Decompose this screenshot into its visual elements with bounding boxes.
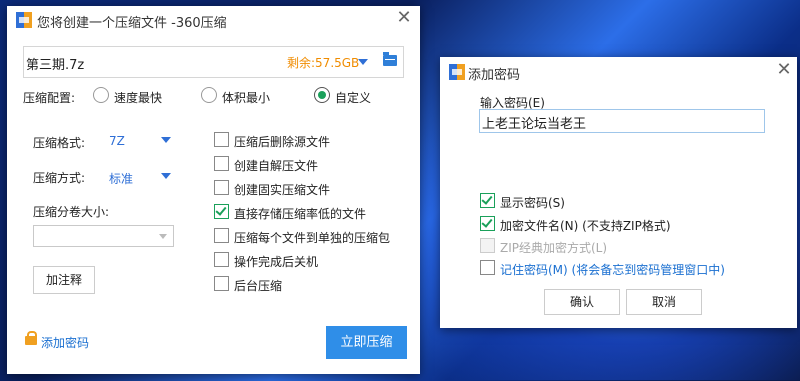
chevron-down-icon[interactable]: [358, 59, 368, 65]
show-password-label: 显示密码(S): [500, 196, 565, 210]
format-select[interactable]: 7Z: [107, 130, 177, 150]
compress-dialog: 您将创建一个压缩文件 -360压缩 ✕ 第三期.7z 剩余:57.5GB 压缩配…: [7, 6, 420, 374]
option-checkbox-shutdown[interactable]: [214, 252, 229, 267]
option-label-sfx: 创建自解压文件: [234, 159, 319, 173]
option-checkbox-delete-source[interactable]: [214, 132, 229, 147]
option-label-store-low-ratio: 直接存储压缩率低的文件: [234, 207, 367, 221]
option-checkbox-store-low-ratio[interactable]: [214, 204, 229, 219]
method-label: 压缩方式:: [33, 171, 86, 185]
close-icon[interactable]: ✕: [774, 60, 794, 80]
app-icon: [449, 64, 465, 80]
window-title: 您将创建一个压缩文件 -360压缩: [37, 16, 227, 31]
preset-radio-smallest[interactable]: [201, 87, 217, 103]
filename-value: 第三期.7z: [26, 58, 85, 73]
preset-radio-custom[interactable]: [314, 87, 330, 103]
free-space-label: 剩余:57.5GB: [287, 56, 360, 70]
compress-now-label: 立即压缩: [340, 335, 393, 350]
chevron-down-icon: [161, 173, 171, 179]
encrypt-filenames-checkbox[interactable]: [480, 216, 495, 231]
option-checkbox-solid[interactable]: [214, 180, 229, 195]
chevron-down-icon: [159, 234, 167, 239]
cancel-button[interactable]: 取消: [626, 289, 702, 315]
format-value: 7Z: [109, 134, 125, 148]
add-comment-button[interactable]: 加注释: [33, 266, 95, 294]
password-dialog-titlebar[interactable]: 添加密码 ✕: [440, 57, 797, 93]
encrypt-filenames-label: 加密文件名(N) (不支持ZIP格式): [500, 219, 671, 233]
option-label-delete-source: 压缩后删除源文件: [234, 135, 331, 149]
chevron-down-icon: [161, 137, 171, 143]
password-input[interactable]: 上老王论坛当老王: [479, 109, 765, 133]
preset-label-smallest: 体积最小: [222, 91, 271, 105]
option-checkbox-background[interactable]: [214, 276, 229, 291]
ok-button[interactable]: 确认: [544, 289, 620, 315]
compress-dialog-titlebar[interactable]: 您将创建一个压缩文件 -360压缩 ✕: [7, 6, 420, 42]
option-label-shutdown: 操作完成后关机: [234, 255, 319, 269]
option-label-solid: 创建固实压缩文件: [234, 183, 331, 197]
option-checkbox-separate-archives[interactable]: [214, 228, 229, 243]
folder-icon[interactable]: [383, 52, 397, 66]
show-password-checkbox[interactable]: [480, 193, 495, 208]
password-dialog: 添加密码 ✕ 输入密码(E) 上老王论坛当老王 显示密码(S) 加密文件名(N)…: [440, 57, 797, 328]
method-value: 标准: [109, 172, 134, 186]
split-label: 压缩分卷大小:: [33, 205, 110, 219]
zip-classic-encryption-checkbox[interactable]: [480, 238, 495, 253]
remember-password-label[interactable]: 记住密码(M) (将会备忘到密码管理窗口中): [500, 261, 725, 278]
option-label-separate-archives: 压缩每个文件到单独的压缩包: [234, 231, 391, 245]
close-icon[interactable]: ✕: [394, 8, 414, 28]
remember-password-checkbox[interactable]: [480, 260, 495, 275]
add-comment-label: 加注释: [45, 273, 82, 287]
preset-radio-fastest[interactable]: [93, 87, 109, 103]
password-dialog-title: 添加密码: [468, 68, 521, 83]
filename-field[interactable]: 第三期.7z 剩余:57.5GB: [23, 46, 404, 78]
add-password-label: 添加密码: [41, 336, 90, 350]
option-checkbox-sfx[interactable]: [214, 156, 229, 171]
compress-now-button[interactable]: 立即压缩: [326, 326, 407, 359]
password-value: 上老王论坛当老王: [482, 117, 587, 132]
lock-icon: [25, 331, 37, 345]
cancel-label: 取消: [651, 295, 676, 309]
split-size-combobox[interactable]: [33, 225, 174, 247]
preset-label-fastest: 速度最快: [114, 91, 163, 105]
method-select[interactable]: 标准: [107, 165, 177, 186]
app-icon: [16, 12, 32, 28]
option-label-background: 后台压缩: [234, 279, 283, 293]
zip-classic-encryption-label: ZIP经典加密方式(L): [500, 241, 608, 255]
config-label: 压缩配置:: [23, 91, 76, 105]
ok-label: 确认: [569, 295, 594, 309]
format-label: 压缩格式:: [33, 136, 86, 150]
preset-label-custom: 自定义: [335, 91, 372, 105]
